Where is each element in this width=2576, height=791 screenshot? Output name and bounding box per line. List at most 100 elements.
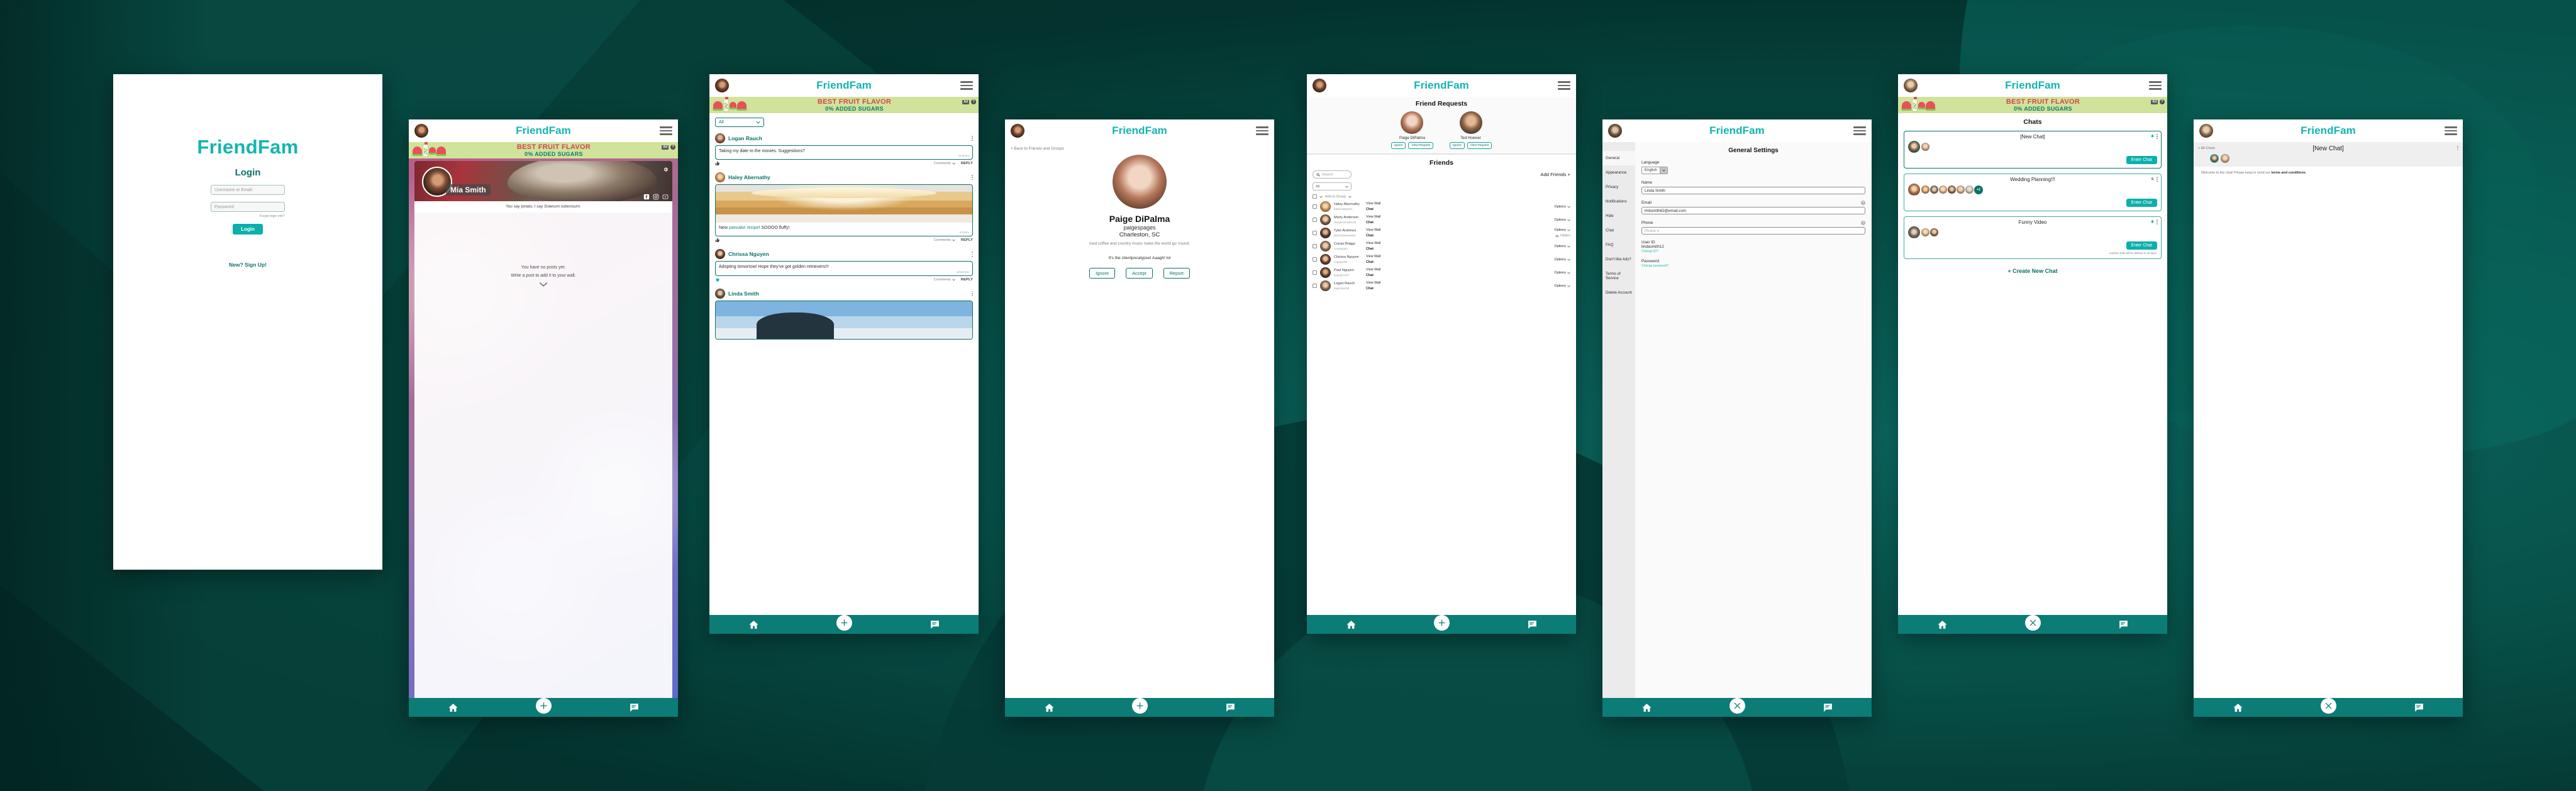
ad-banner[interactable]: BEST FRUIT FLAVOR 0% ADDED SUGARS Ad ? bbox=[1898, 97, 2167, 113]
avatar[interactable] bbox=[1320, 241, 1331, 252]
chat-icon[interactable] bbox=[1527, 619, 1538, 630]
avatar[interactable] bbox=[1401, 111, 1424, 134]
facebook-icon[interactable] bbox=[643, 194, 650, 200]
close-button[interactable] bbox=[2024, 614, 2041, 631]
sidebar-item-appearance[interactable]: Appearance bbox=[1602, 165, 1635, 180]
post-options-icon[interactable] bbox=[972, 290, 973, 296]
row-checkbox[interactable] bbox=[1313, 284, 1317, 288]
feed-filter-select[interactable]: All bbox=[715, 118, 764, 127]
chat-icon[interactable] bbox=[1823, 702, 1833, 713]
language-select[interactable]: English bbox=[1641, 167, 1668, 174]
signup-link[interactable]: New? Sign Up! bbox=[229, 262, 267, 268]
options-dropdown[interactable]: Options bbox=[1554, 218, 1570, 222]
avatar[interactable] bbox=[2221, 154, 2229, 163]
view-wall-link[interactable]: View Wall bbox=[1366, 268, 1389, 272]
friend-name[interactable]: Tyler Andrews bbox=[1334, 229, 1363, 233]
help-icon[interactable]: ? bbox=[971, 99, 976, 104]
avatar[interactable] bbox=[1320, 280, 1331, 291]
menu-icon[interactable] bbox=[660, 126, 672, 135]
chat-icon[interactable] bbox=[2118, 619, 2129, 630]
avatar[interactable] bbox=[1320, 267, 1331, 278]
avatar[interactable] bbox=[1320, 201, 1331, 212]
youtube-icon[interactable] bbox=[662, 194, 669, 200]
chat-options-icon[interactable] bbox=[2157, 134, 2158, 139]
back-to-chats-link[interactable]: < All Chats bbox=[2198, 147, 2215, 150]
create-post-button[interactable] bbox=[1433, 614, 1450, 631]
caption-link[interactable]: pancake recipe bbox=[729, 226, 758, 230]
ignore-button[interactable]: Ignore bbox=[1089, 267, 1116, 279]
view-wall-link[interactable]: View Wall bbox=[1366, 241, 1389, 245]
avatar[interactable] bbox=[715, 133, 725, 143]
post-reply-button[interactable]: REPLY bbox=[961, 238, 973, 242]
avatar[interactable] bbox=[1320, 214, 1331, 225]
instagram-icon[interactable] bbox=[653, 194, 659, 200]
create-new-chat-button[interactable]: + Create New Chat bbox=[1898, 268, 2167, 274]
chat-icon[interactable] bbox=[629, 702, 640, 713]
sidebar-item-chat[interactable]: Chat bbox=[1602, 223, 1635, 238]
sidebar-item-hide[interactable]: Hide bbox=[1602, 209, 1635, 223]
row-checkbox[interactable] bbox=[1313, 204, 1317, 209]
bell-icon[interactable] bbox=[2150, 134, 2155, 139]
search-input[interactable]: Search bbox=[1313, 170, 1352, 179]
home-icon[interactable] bbox=[1641, 702, 1652, 713]
chat-icon[interactable] bbox=[930, 619, 940, 630]
help-icon[interactable]: ? bbox=[1861, 221, 1865, 225]
view-wall-link[interactable]: View Wall bbox=[1366, 255, 1389, 258]
add-to-group-label[interactable]: Add to Group bbox=[1325, 195, 1346, 199]
menu-icon[interactable] bbox=[2445, 126, 2457, 135]
chat-link[interactable]: Chat bbox=[1366, 247, 1389, 251]
chat-link[interactable]: Chat bbox=[1366, 287, 1389, 290]
post-comments-toggle[interactable]: Comments bbox=[934, 238, 955, 242]
post-options-icon[interactable] bbox=[972, 252, 973, 257]
friend-name[interactable]: Chrissa Nguyen bbox=[1334, 255, 1363, 259]
change-password-link[interactable]: Change password? bbox=[1641, 264, 1865, 268]
profile-avatar[interactable] bbox=[1113, 155, 1167, 209]
avatar[interactable] bbox=[1459, 111, 1482, 134]
post-author[interactable]: Chrissa Nguyen bbox=[728, 251, 769, 257]
phone-field[interactable]: Phone # bbox=[1641, 227, 1865, 235]
avatar[interactable] bbox=[2210, 154, 2219, 163]
avatar[interactable] bbox=[715, 288, 725, 299]
friend-name[interactable]: Paul Nguyen bbox=[1334, 268, 1363, 272]
chat-link[interactable]: Chat bbox=[1366, 221, 1389, 224]
back-to-friends-link[interactable]: < Back to Friends and Groups bbox=[1005, 142, 1274, 151]
gear-icon[interactable] bbox=[663, 164, 669, 172]
chat-card[interactable]: [New Chat] Enter Chat bbox=[1904, 131, 2162, 169]
password-input[interactable]: Password bbox=[211, 202, 285, 212]
friends-filter-select[interactable]: All bbox=[1313, 182, 1352, 191]
avatar[interactable] bbox=[715, 172, 725, 183]
close-button[interactable] bbox=[1729, 697, 1745, 714]
home-icon[interactable] bbox=[1346, 619, 1357, 630]
sidebar-item-faq[interactable]: FAQ bbox=[1602, 238, 1635, 252]
options-dropdown[interactable]: Options bbox=[1554, 205, 1570, 209]
change-id-link[interactable]: Change ID? bbox=[1641, 250, 1865, 253]
chevron-down-icon[interactable] bbox=[1348, 196, 1352, 198]
sidebar-item-delete-account[interactable]: Delete Account bbox=[1602, 285, 1635, 300]
menu-icon[interactable] bbox=[2149, 81, 2162, 90]
sidebar-item-privacy[interactable]: Privacy bbox=[1602, 180, 1635, 194]
create-post-button[interactable] bbox=[836, 614, 852, 631]
chat-options-icon[interactable] bbox=[2157, 177, 2158, 182]
add-friends-button[interactable]: Add Friends + bbox=[1541, 172, 1571, 177]
menu-icon[interactable] bbox=[1558, 81, 1570, 90]
row-checkbox[interactable] bbox=[1313, 244, 1317, 248]
chat-link[interactable]: Chat bbox=[1366, 274, 1389, 277]
avatar[interactable] bbox=[414, 124, 428, 138]
ad-banner[interactable]: BEST FRUIT FLAVOR 0% ADDED SUGARS Ad ? bbox=[409, 142, 678, 158]
post-reply-button[interactable]: REPLY bbox=[961, 278, 973, 282]
chat-card[interactable]: Funny Video Enter Chat Inactive chat wil… bbox=[1904, 216, 2162, 259]
bell-icon[interactable] bbox=[2150, 219, 2155, 224]
post-comments-toggle[interactable]: Comments bbox=[934, 278, 955, 282]
chat-options-icon[interactable] bbox=[2457, 146, 2458, 151]
accept-button[interactable]: Accept bbox=[1126, 267, 1153, 279]
chevron-down-icon[interactable] bbox=[1319, 196, 1323, 198]
view-wall-link[interactable]: View Wall bbox=[1366, 228, 1389, 232]
forgot-login-link[interactable]: Forgot login info? bbox=[211, 214, 285, 218]
heart-icon[interactable] bbox=[715, 277, 720, 282]
home-icon[interactable] bbox=[448, 702, 458, 713]
name-field[interactable]: Linda Smith bbox=[1641, 187, 1865, 194]
avatar[interactable] bbox=[1320, 228, 1331, 238]
chat-link[interactable]: Chat bbox=[1366, 207, 1389, 211]
post-options-icon[interactable] bbox=[972, 175, 973, 180]
post-image[interactable] bbox=[716, 185, 972, 223]
